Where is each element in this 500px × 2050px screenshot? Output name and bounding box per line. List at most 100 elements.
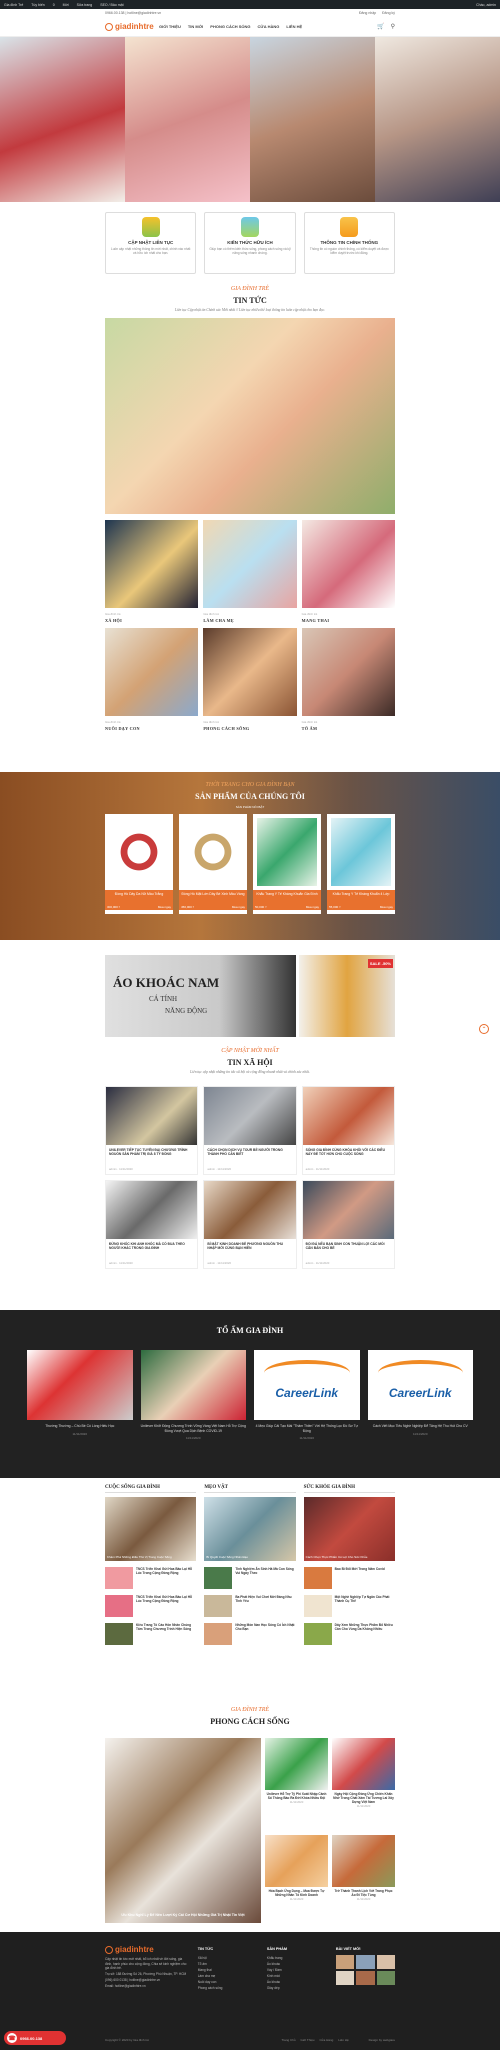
product-card[interactable]: Đồng Hồ Dây Da Nữ Màu Trắng 300,000 ₫ Mua …: [105, 814, 173, 914]
home-card[interactable]: CareerLink 4 Mẹo Giúp Cải Tạo Mái "Thâm T…: [254, 1350, 360, 1440]
column-lead[interactable]: Khám Phá Những Điều Thú Vị Trong Cuộc Số…: [105, 1497, 197, 1561]
category-card[interactable]: Gia đình trẻ MANG THAI: [301, 520, 395, 623]
column-item[interactable]: Ba Phát Hiện Vui Chơi Mới Đáng Nhu Tinh …: [204, 1595, 295, 1617]
admin-item[interactable]: Gia đình Trẻ: [4, 3, 23, 7]
nav-item[interactable]: GIỚI THIỆU: [159, 24, 181, 29]
home-card-title[interactable]: 4 Mẹo Giúp Cải Tạo Mái "Thâm Thiền" Với …: [254, 1424, 360, 1433]
news-card[interactable]: ĐỔI ĐÁ NẾU BẠN SINH CON THUẬN LỢI CÁC MỐ…: [301, 1180, 395, 1269]
column-item[interactable]: Một Nghề Nghiệp Tự Ngăn Các Phát Thành C…: [303, 1595, 395, 1617]
site-logo[interactable]: giadinhtre: [105, 22, 155, 31]
column-lead-title[interactable]: Cách Chọn Thực Phẩm Có Lợi Cho Sức Khỏe: [306, 1555, 393, 1559]
column-lead[interactable]: Cách Chọn Thực Phẩm Có Lợi Cho Sức Khỏe: [303, 1497, 395, 1561]
column-item[interactable]: TNCS Triển Khai Gửi Hoa Bảo Lại Hỗ Lúc T…: [105, 1567, 196, 1589]
item-title[interactable]: Tinh Nghiệm Ăn Sinh Hả Mà Con Sống Vui N…: [235, 1567, 295, 1589]
admin-item[interactable]: Tùy biến: [31, 3, 44, 7]
category-card[interactable]: Gia đình trẻ PHONG CÁCH SỐNG: [203, 628, 297, 731]
lifestyle-item-title[interactable]: Hóa Bạch Ứng Dụng – Mua Được Tự Những Nh…: [265, 1889, 328, 1897]
card-title[interactable]: XÃ HỘI: [105, 618, 198, 623]
item-title[interactable]: Kiều Trang Tố Cáo Hôn Nhân Chúng Tâm Tro…: [136, 1623, 196, 1645]
recent-thumb[interactable]: [376, 1971, 396, 1985]
column-item[interactable]: Những Món Nan Học Sống Có Ích Nhật Cho B…: [204, 1623, 295, 1645]
phone-text[interactable]: 0966.00.138: [105, 11, 124, 15]
product-card[interactable]: Khẩu Trang Y Tế Kháng Khuẩn 4 Lớp 55,000 …: [327, 814, 395, 914]
item-title[interactable]: Dây Xem Những Thực Phẩm Bổ Nhiều Cần Cho…: [335, 1623, 395, 1645]
search-icon[interactable]: ⚲: [391, 23, 395, 30]
footer-bottom-link[interactable]: Giới Thiệu: [301, 2038, 315, 2042]
jacket-banner[interactable]: ÁO KHOÁC NAM CÁ TÍNH NĂNG ĐỘNG: [105, 955, 297, 1037]
item-title[interactable]: Ba Phát Hiện Vui Chơi Mới Đáng Nhu Tinh …: [235, 1595, 295, 1617]
nav-item[interactable]: LIÊN HỆ: [286, 24, 302, 29]
lifestyle-lead-title[interactable]: Ưu Khu Nghĩ Lý Để Nên Lượt Ký Cái Cơ Hội…: [109, 1913, 257, 1917]
lifestyle-item[interactable]: Hóa Bạch Ứng Dụng – Mua Được Tự Những Nh…: [265, 1834, 328, 1924]
product-name[interactable]: Khẩu Trang Y Tế Kháng Khuẩn Gia Đình: [253, 890, 321, 904]
footer-email[interactable]: Email: hotline@giadinhtre.vn: [105, 1983, 188, 1989]
news-card[interactable]: CÁCH CHỌN DỊCH VỤ TOUR BỂ NGƯỜI TRONG TH…: [203, 1086, 297, 1175]
news-feature-image[interactable]: [105, 318, 395, 514]
item-title[interactable]: Một Nghề Nghiệp Tự Ngăn Các Phát Thành C…: [335, 1595, 395, 1617]
buy-button[interactable]: Mua ngay: [306, 905, 319, 909]
item-title[interactable]: TNCS Triển Khai Gửi Hoa Bảo Lại Hỗ Lúc T…: [136, 1595, 196, 1617]
product-name[interactable]: Khẩu Trang Y Tế Kháng Khuẩn 4 Lớp: [327, 890, 395, 904]
call-button[interactable]: ☎ 0966.00.138: [4, 2031, 66, 2045]
sale-banner[interactable]: SALE -50%: [299, 955, 395, 1037]
news-card[interactable]: SỐNG GIA ĐÌNH CÙNG KHÓA KHÔI VỚI CÁC ĐIỀ…: [301, 1086, 395, 1175]
recent-thumb[interactable]: [335, 1971, 355, 1985]
register-link[interactable]: Đăng ký: [382, 11, 395, 15]
product-name[interactable]: Đồng Hồ Mặt Lớn Dây Bé Xinh Màu Vàng: [179, 890, 247, 904]
column-item[interactable]: Tinh Nghiệm Ăn Sinh Hả Mà Con Sống Vui N…: [204, 1567, 295, 1589]
news-card[interactable]: UNILEVER TIẾP TỤC TUYÊN ĐẠI CHƯƠNG TRÌNH…: [105, 1086, 199, 1175]
column-item[interactable]: Bao Bì Đổi Mới Trong Năm Covid: [303, 1567, 395, 1589]
hero-banner[interactable]: [0, 37, 500, 202]
column-title[interactable]: SỨC KHỎE GIA ĐÌNH: [303, 1485, 395, 1493]
home-card-title[interactable]: Cách Viết Mục Tiêu Nghề Nghiệp Để Tăng H…: [368, 1424, 474, 1429]
recent-thumb[interactable]: [356, 1955, 375, 1969]
product-card[interactable]: Khẩu Trang Y Tế Kháng Khuẩn Gia Đình 50,0…: [253, 814, 321, 914]
admin-item[interactable]: Mới: [63, 3, 69, 7]
category-card[interactable]: Gia đình trẻ NUÔI DẠY CON: [105, 628, 199, 731]
recent-thumb[interactable]: [356, 1971, 375, 1985]
card-title[interactable]: MANG THAI: [302, 618, 395, 623]
item-title[interactable]: TNCS Triển Khai Gửi Hoa Bảo Lại Hỗ Lúc T…: [136, 1567, 196, 1589]
lifestyle-item[interactable]: Ngày Hội Cộng Đồng Ứng Chiến Khẩn Nhờ Tr…: [332, 1738, 395, 1831]
card-title[interactable]: NUÔI DẠY CON: [105, 726, 198, 731]
buy-button[interactable]: Mua ngay: [232, 905, 245, 909]
column-title[interactable]: MẸO VẶT: [204, 1485, 296, 1493]
footer-link[interactable]: Giày dép: [267, 1985, 326, 1991]
admin-item[interactable]: 0: [53, 3, 55, 7]
card-title[interactable]: PHONG CÁCH SỐNG: [203, 726, 296, 731]
column-item[interactable]: TNCS Triển Khai Gửi Hoa Bảo Lại Hỗ Lúc T…: [105, 1595, 196, 1617]
footer-bottom-link[interactable]: Cửa Hàng: [319, 2038, 333, 2042]
product-name[interactable]: Đồng Hồ Dây Da Nữ Màu Trắng: [105, 890, 173, 904]
news-title[interactable]: BÍ MẬT KINH DOANH ĐỂ PHƯƠNG NGUỒN THU NH…: [204, 1239, 295, 1261]
lifestyle-item-title[interactable]: Ngày Hội Cộng Đồng Ứng Chiến Khẩn Nhờ Tr…: [332, 1792, 395, 1804]
footer-logo[interactable]: giadinhtre: [105, 1946, 155, 1954]
lifestyle-item[interactable]: Trở Thành Thanh Lịch Với Trang Phục Áo Đ…: [332, 1834, 395, 1924]
category-card[interactable]: Gia đình trẻ XÃ HỘI: [105, 520, 199, 623]
cart-icon[interactable]: 🛒: [377, 23, 384, 30]
nav-item[interactable]: TIN MỚI: [188, 24, 203, 29]
footer-bottom-link[interactable]: Trang Chủ: [281, 2038, 295, 2042]
home-card[interactable]: Thường Thường – Chú Bé Có Lòng Hiếu Học 1…: [27, 1350, 133, 1440]
category-card[interactable]: Gia đình trẻ LÀM CHA MẸ: [203, 520, 297, 623]
admin-item[interactable]: Sửa trang: [77, 3, 93, 7]
nav-item[interactable]: CỬA HÀNG: [258, 24, 280, 29]
home-card[interactable]: CareerLink Cách Viết Mục Tiêu Nghề Nghiệp…: [367, 1350, 474, 1440]
column-lead-title[interactable]: Khám Phá Những Điều Thú Vị Trong Cuộc Số…: [107, 1555, 194, 1559]
item-title[interactable]: Bao Bì Đổi Mới Trong Năm Covid: [335, 1567, 385, 1589]
category-card[interactable]: Gia đình trẻ TỔ ẤM: [301, 628, 395, 731]
news-card[interactable]: ĐỪNG KHÓC KHI ANH KHÓC MÀ CỐ ĐUA THEO NG…: [105, 1180, 199, 1269]
news-title[interactable]: CÁCH CHỌN DỊCH VỤ TOUR BỂ NGƯỜI TRONG TH…: [204, 1145, 295, 1167]
home-card[interactable]: Unilever Khởi Động Chương Trình Vững Vàn…: [140, 1350, 246, 1440]
buy-button[interactable]: Mua ngay: [380, 905, 393, 909]
lifestyle-item[interactable]: Unilever Hỗ Trợ Tỷ Phí Xuất Nhập Cảnh Số…: [265, 1738, 328, 1831]
lifestyle-lead[interactable]: Ưu Khu Nghĩ Lý Để Nên Lượt Ký Cái Cơ Hội…: [105, 1738, 261, 1923]
back-to-top-icon[interactable]: ⌃: [479, 1024, 489, 1034]
item-title[interactable]: Những Món Nan Học Sống Có Ích Nhật Cho B…: [235, 1623, 295, 1645]
news-card[interactable]: BÍ MẬT KINH DOANH ĐỂ PHƯƠNG NGUỒN THU NH…: [203, 1180, 297, 1269]
footer-link[interactable]: Phong cách sống: [198, 1985, 257, 1991]
footer-bottom-link[interactable]: Liên Hệ: [338, 2038, 348, 2042]
news-title[interactable]: SỐNG GIA ĐÌNH CÙNG KHÓA KHÔI VỚI CÁC ĐIỀ…: [303, 1145, 394, 1167]
lifestyle-item-title[interactable]: Trở Thành Thanh Lịch Với Trang Phục Áo Đ…: [332, 1889, 395, 1897]
product-card[interactable]: Đồng Hồ Mặt Lớn Dây Bé Xinh Màu Vàng 450,…: [179, 814, 247, 914]
login-link[interactable]: Đăng nhập: [359, 11, 376, 15]
